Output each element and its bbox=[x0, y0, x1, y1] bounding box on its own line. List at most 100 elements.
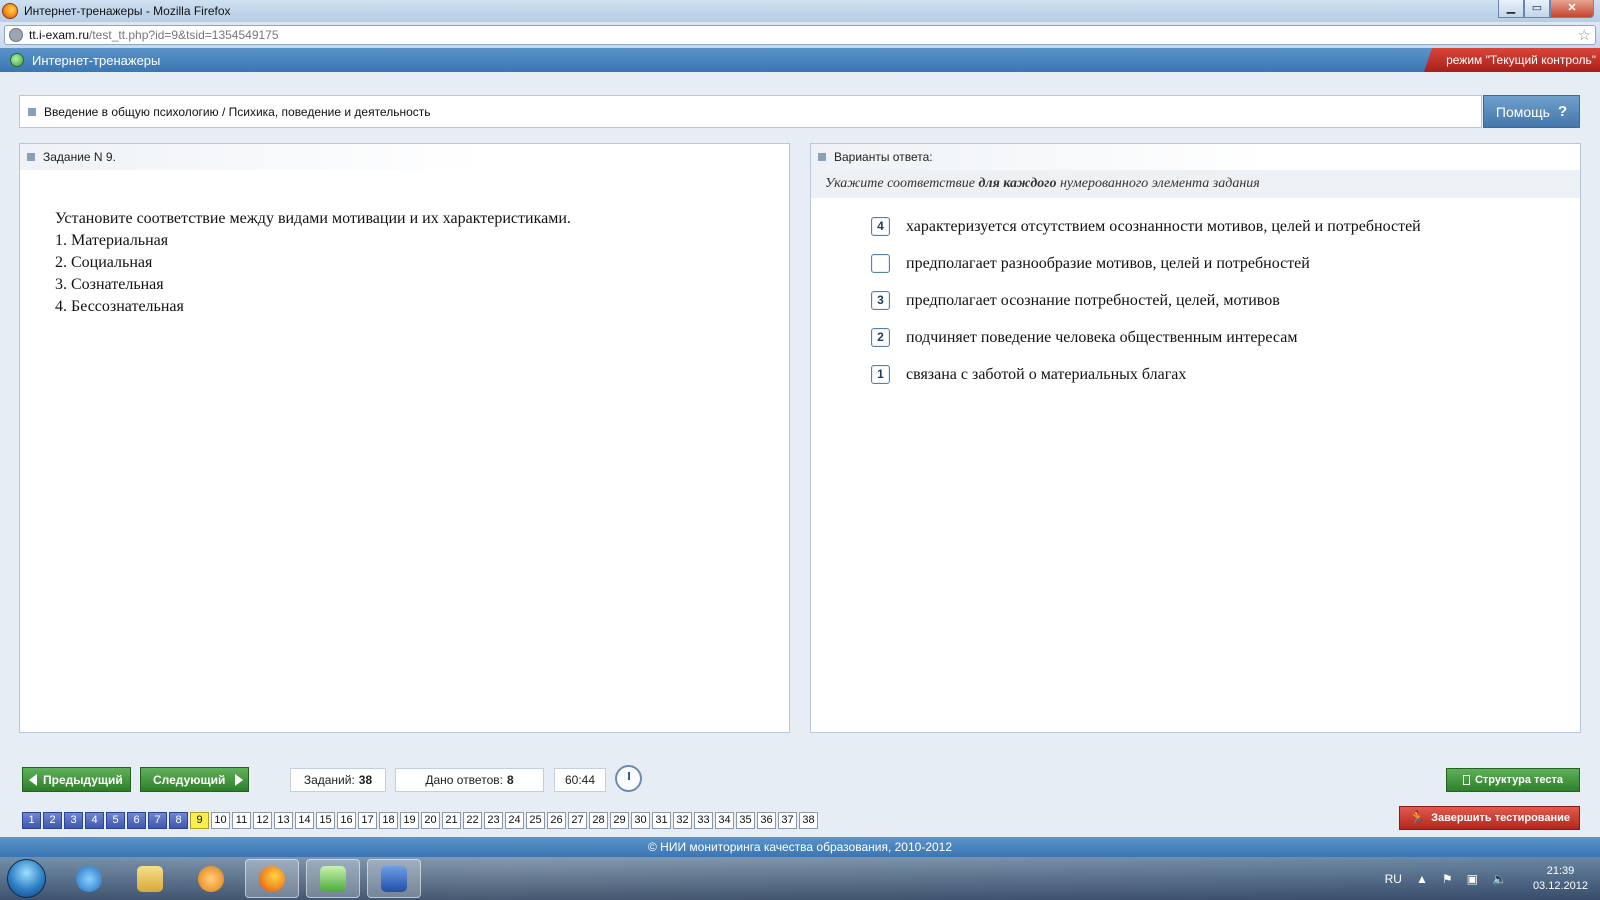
pager-item[interactable]: 19 bbox=[400, 812, 419, 829]
answer-row: 3 предполагает осознание потребностей, ц… bbox=[811, 282, 1580, 319]
pager-item[interactable]: 24 bbox=[505, 812, 524, 829]
task-panel-header: Задание N 9. bbox=[20, 144, 789, 170]
pager-item[interactable]: 37 bbox=[778, 812, 797, 829]
bookmark-star-icon[interactable]: ☆ bbox=[1578, 26, 1591, 44]
document-icon bbox=[1462, 775, 1470, 785]
arrow-right-icon bbox=[235, 773, 244, 786]
internet-explorer-icon bbox=[76, 865, 102, 892]
window-title: Интернет-тренажеры - Mozilla Firefox bbox=[24, 4, 231, 18]
pager-item[interactable]: 3 bbox=[64, 812, 83, 829]
pager-item[interactable]: 36 bbox=[757, 812, 776, 829]
start-button[interactable] bbox=[7, 859, 46, 898]
help-button[interactable]: Помощь ? bbox=[1483, 95, 1580, 128]
finish-label: Завершить тестирование bbox=[1431, 812, 1571, 824]
taskbar-app-green[interactable] bbox=[306, 859, 360, 898]
task-item: 2. Социальная bbox=[55, 254, 153, 271]
answer-text: характеризуется отсутствием осознанности… bbox=[906, 217, 1421, 235]
prev-button[interactable]: Предыдущий bbox=[22, 767, 131, 792]
maximize-button[interactable]: ▭ bbox=[1524, 0, 1550, 18]
taskbar-ie[interactable] bbox=[62, 859, 116, 898]
clock-time: 21:39 bbox=[1546, 864, 1575, 877]
taskbar-explorer[interactable] bbox=[123, 859, 177, 898]
navigation-toolbar: tt.i-exam.ru/test_tt.php?id=9&tsid=13545… bbox=[0, 22, 1600, 48]
close-button[interactable]: ✕ bbox=[1550, 0, 1594, 18]
tray-expand-icon[interactable]: ▲ bbox=[1416, 872, 1428, 886]
answers-panel-header: Варианты ответа: bbox=[811, 144, 1580, 170]
task-body: Установите соответствие между видами мот… bbox=[20, 170, 789, 318]
breadcrumb: Введение в общую психологию / Психика, п… bbox=[19, 95, 1482, 128]
instruction-text: Укажите соответствие bbox=[825, 176, 975, 191]
help-label: Помощь bbox=[1495, 103, 1550, 120]
pager-item[interactable]: 21 bbox=[442, 812, 461, 829]
pager-item[interactable]: 18 bbox=[379, 812, 398, 829]
answer-input[interactable]: 4 bbox=[871, 217, 890, 236]
pager-item[interactable]: 23 bbox=[484, 812, 503, 829]
task-item: 3. Сознательная bbox=[55, 276, 164, 293]
pager-item[interactable]: 16 bbox=[337, 812, 356, 829]
language-indicator[interactable]: RU bbox=[1385, 872, 1402, 886]
pager-item[interactable]: 38 bbox=[799, 812, 818, 829]
pager-item[interactable]: 28 bbox=[589, 812, 608, 829]
pager-item[interactable]: 32 bbox=[673, 812, 692, 829]
pager-item[interactable]: 34 bbox=[715, 812, 734, 829]
answer-text: подчиняет поведение человека общественны… bbox=[906, 328, 1298, 346]
tasks-count: 38 bbox=[358, 773, 373, 787]
pager-item[interactable]: 22 bbox=[463, 812, 482, 829]
pager-item[interactable]: 11 bbox=[232, 812, 251, 829]
test-structure-button[interactable]: Структура теста bbox=[1446, 768, 1580, 792]
task-question: Установите соответствие между видами мот… bbox=[55, 210, 571, 227]
url-field[interactable]: tt.i-exam.ru/test_tt.php?id=9&tsid=13545… bbox=[4, 25, 1596, 45]
system-tray: RU ▲ ⚑ ▣ 🔈 21:39 03.12.2012 bbox=[1371, 857, 1588, 900]
tasks-count-box: Заданий: 38 bbox=[290, 768, 386, 792]
pager-item[interactable]: 30 bbox=[631, 812, 650, 829]
pager-item[interactable]: 5 bbox=[106, 812, 125, 829]
minimize-button[interactable]: ▁ bbox=[1498, 0, 1524, 18]
answer-input[interactable]: 3 bbox=[871, 291, 890, 310]
pager-item[interactable]: 35 bbox=[736, 812, 755, 829]
pager-item[interactable]: 26 bbox=[547, 812, 566, 829]
pager-item[interactable]: 4 bbox=[85, 812, 104, 829]
answer-text: предполагает разнообразие мотивов, целей… bbox=[906, 254, 1310, 272]
pager-item[interactable]: 20 bbox=[421, 812, 440, 829]
next-button[interactable]: Следующий bbox=[140, 767, 249, 792]
window-controls: ▁ ▭ ✕ bbox=[1498, 0, 1594, 18]
pager-item[interactable]: 1 bbox=[22, 812, 41, 829]
pager-item[interactable]: 14 bbox=[295, 812, 314, 829]
pager-item[interactable]: 33 bbox=[694, 812, 713, 829]
pager-item[interactable]: 29 bbox=[610, 812, 629, 829]
answer-input[interactable] bbox=[871, 254, 890, 273]
pager-item[interactable]: 15 bbox=[316, 812, 335, 829]
pager-item[interactable]: 7 bbox=[148, 812, 167, 829]
tasks-label: Заданий: bbox=[303, 773, 355, 787]
running-man-icon: 🏃 bbox=[1408, 810, 1426, 825]
taskbar-media-player[interactable] bbox=[184, 859, 238, 898]
pager-item[interactable]: 8 bbox=[169, 812, 188, 829]
volume-icon[interactable]: 🔈 bbox=[1492, 872, 1507, 886]
answers-header: Варианты ответа: bbox=[834, 150, 933, 164]
prev-label: Предыдущий bbox=[43, 772, 123, 787]
pager-item[interactable]: 9 bbox=[190, 812, 209, 829]
answer-input[interactable]: 1 bbox=[871, 365, 890, 384]
word-icon bbox=[381, 865, 407, 892]
pager-item[interactable]: 12 bbox=[253, 812, 272, 829]
flag-icon[interactable]: ⚑ bbox=[1442, 872, 1453, 886]
finish-test-button[interactable]: 🏃 Завершить тестирование bbox=[1399, 806, 1580, 830]
pager-item[interactable]: 2 bbox=[43, 812, 62, 829]
pager-item[interactable]: 17 bbox=[358, 812, 377, 829]
breadcrumb-text: Введение в общую психологию / Психика, п… bbox=[44, 104, 431, 119]
mode-badge: режим "Текущий контроль" bbox=[1424, 48, 1600, 72]
app-icon bbox=[320, 865, 346, 892]
pager-item[interactable]: 13 bbox=[274, 812, 293, 829]
answer-text: связана с заботой о материальных благах bbox=[906, 365, 1187, 383]
pager-item[interactable]: 31 bbox=[652, 812, 671, 829]
pager-item[interactable]: 27 bbox=[568, 812, 587, 829]
network-icon[interactable]: ▣ bbox=[1467, 872, 1478, 886]
taskbar-word[interactable] bbox=[367, 859, 421, 898]
instruction-bold: для каждого bbox=[978, 176, 1057, 191]
taskbar-clock[interactable]: 21:39 03.12.2012 bbox=[1533, 864, 1588, 894]
pager-item[interactable]: 6 bbox=[127, 812, 146, 829]
pager-item[interactable]: 25 bbox=[526, 812, 545, 829]
taskbar-firefox[interactable] bbox=[245, 859, 299, 898]
pager-item[interactable]: 10 bbox=[211, 812, 230, 829]
answer-input[interactable]: 2 bbox=[871, 328, 890, 347]
